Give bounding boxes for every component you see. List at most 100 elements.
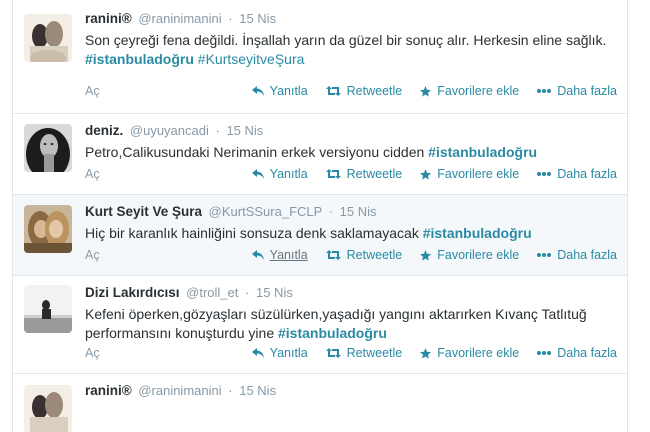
retweet-button[interactable]: Retweetle (325, 346, 403, 360)
expand-link[interactable]: Aç (85, 167, 100, 181)
tweet-actions: Yanıtla Retweetle Favorilere ekle Daha f… (234, 167, 617, 181)
reply-label: Yanıtla (269, 346, 308, 360)
user-handle[interactable]: @KurtSSura_FCLP (209, 204, 322, 219)
tweet-actions: Yanıtla Retweetle Favorilere ekle Daha f… (234, 248, 617, 262)
user-fullname[interactable]: Dizi Lakırdıcısı (85, 285, 180, 300)
user-handle[interactable]: @troll_et (186, 285, 238, 300)
tweet-item[interactable]: Dizi Lakırdıcısı @troll_et · 15 Nis Kefe… (13, 276, 627, 374)
tweet-footer: Aç Yanıtla Retweetle Favorilere ekle Dah… (85, 248, 617, 264)
retweet-button[interactable]: Retweetle (325, 167, 403, 181)
tweet-content: ranini® @raninimanini · 15 Nis Son çeyre… (85, 11, 617, 69)
retweet-label: Retweetle (346, 167, 403, 181)
retweet-label: Retweetle (346, 248, 403, 262)
reply-button[interactable]: Yanıtla (251, 167, 308, 181)
tweet-header: Kurt Seyit Ve Şura @KurtSSura_FCLP · 15 … (85, 204, 617, 220)
tweet-header: ranini® @raninimanini · 15 Nis (85, 11, 617, 27)
retweet-icon (325, 86, 341, 96)
tweet-timestamp[interactable]: 15 Nis (256, 285, 293, 300)
separator-dot: · (228, 383, 233, 398)
reply-button[interactable]: Yanıtla (251, 248, 308, 262)
reply-label: Yanıtla (269, 167, 308, 181)
retweet-label: Retweetle (346, 84, 403, 98)
reply-label: Yanıtla (269, 248, 308, 262)
tweet-content: Dizi Lakırdıcısı @troll_et · 15 Nis Kefe… (85, 285, 617, 343)
hashtag-link[interactable]: #istanbuladoğru (423, 225, 532, 241)
tweet-text: Petro,Calikusundaki Nerimanin erkek vers… (85, 143, 617, 162)
tweet-timestamp[interactable]: 15 Nis (340, 204, 377, 219)
reply-icon (251, 86, 264, 96)
tweet-timestamp[interactable]: 15 Nis (239, 11, 276, 26)
star-icon (420, 168, 432, 180)
user-fullname[interactable]: ranini® (85, 383, 132, 398)
hashtag-link[interactable]: #istanbuladoğru (428, 144, 537, 160)
tweet-item[interactable]: Kurt Seyit Ve Şura @KurtSSura_FCLP · 15 … (13, 195, 627, 276)
user-fullname[interactable]: ranini® (85, 11, 132, 26)
avatar[interactable] (24, 205, 72, 253)
tweet-item[interactable]: deniz. @uyuyancadi · 15 Nis Petro,Caliku… (13, 114, 627, 195)
tweet-footer: Aç Yanıtla Retweetle Favorilere ekle Dah… (85, 346, 617, 362)
tweet-timestamp[interactable]: 15 Nis (226, 123, 263, 138)
hashtag-link[interactable]: #istanbuladoğru (85, 51, 194, 67)
tweet-footer: Aç Yanıtla Retweetle Favorilere ekle Dah… (85, 84, 617, 100)
reply-button[interactable]: Yanıtla (251, 84, 308, 98)
avatar[interactable] (24, 124, 72, 172)
tweet-header: Dizi Lakırdıcısı @troll_et · 15 Nis (85, 285, 617, 301)
retweet-icon (325, 169, 341, 179)
more-dots-icon (537, 351, 552, 355)
user-handle[interactable]: @raninimanini (138, 11, 221, 26)
user-handle[interactable]: @uyuyancadi (130, 123, 209, 138)
user-fullname[interactable]: deniz. (85, 123, 123, 138)
more-label: Daha fazla (557, 84, 617, 98)
retweet-label: Retweetle (346, 346, 403, 360)
tweet-stream: ranini® @raninimanini · 15 Nis Son çeyre… (12, 0, 628, 432)
more-label: Daha fazla (557, 167, 617, 181)
star-icon (420, 347, 432, 359)
more-button[interactable]: Daha fazla (537, 167, 617, 181)
favorite-button[interactable]: Favorilere ekle (420, 167, 519, 181)
hashtag-link[interactable]: #KurtseyitveŞura (198, 51, 305, 67)
favorite-label: Favorilere ekle (437, 346, 520, 360)
favorite-label: Favorilere ekle (437, 248, 520, 262)
tweet-item[interactable]: ranini® @raninimanini · 15 Nis (13, 374, 627, 432)
favorite-label: Favorilere ekle (437, 84, 520, 98)
more-button[interactable]: Daha fazla (537, 248, 617, 262)
tweet-actions: Yanıtla Retweetle Favorilere ekle Daha f… (234, 346, 617, 360)
more-button[interactable]: Daha fazla (537, 346, 617, 360)
tweet-header: ranini® @raninimanini · 15 Nis (85, 383, 617, 399)
expand-link[interactable]: Aç (85, 84, 100, 98)
avatar[interactable] (24, 385, 72, 432)
more-label: Daha fazla (557, 346, 617, 360)
reply-button[interactable]: Yanıtla (251, 346, 308, 360)
more-button[interactable]: Daha fazla (537, 84, 617, 98)
retweet-button[interactable]: Retweetle (325, 248, 403, 262)
tweet-text: Son çeyreği fena değildi. İnşallah yarın… (85, 31, 617, 69)
favorite-button[interactable]: Favorilere ekle (420, 346, 519, 360)
tweet-item[interactable]: ranini® @raninimanini · 15 Nis Son çeyre… (13, 0, 627, 114)
more-dots-icon (537, 172, 552, 176)
separator-dot: · (328, 204, 334, 219)
tweet-text: Hiç bir karanlık hainliğini sonsuza denk… (85, 224, 617, 243)
separator-dot: · (215, 123, 220, 138)
tweet-content: ranini® @raninimanini · 15 Nis (85, 383, 617, 399)
tweet-content: deniz. @uyuyancadi · 15 Nis Petro,Caliku… (85, 123, 617, 162)
avatar[interactable] (24, 285, 72, 333)
tweet-body: Son çeyreği fena değildi. İnşallah yarın… (85, 32, 607, 48)
more-label: Daha fazla (557, 248, 617, 262)
user-handle[interactable]: @raninimanini (138, 383, 221, 398)
reply-icon (251, 169, 264, 179)
separator-dot: · (245, 285, 250, 300)
favorite-button[interactable]: Favorilere ekle (420, 248, 519, 262)
hashtag-link[interactable]: #istanbuladoğru (278, 325, 387, 341)
reply-icon (251, 348, 264, 358)
retweet-button[interactable]: Retweetle (325, 84, 403, 98)
star-icon (420, 85, 432, 97)
tweet-header: deniz. @uyuyancadi · 15 Nis (85, 123, 617, 139)
expand-link[interactable]: Aç (85, 346, 100, 360)
avatar[interactable] (24, 14, 72, 62)
tweet-text: Kefeni öperken,gözyaşları süzülürken,yaş… (85, 305, 617, 343)
tweet-footer: Aç Yanıtla Retweetle Favorilere ekle Dah… (85, 167, 617, 183)
favorite-button[interactable]: Favorilere ekle (420, 84, 519, 98)
tweet-timestamp[interactable]: 15 Nis (239, 383, 276, 398)
expand-link[interactable]: Aç (85, 248, 100, 262)
user-fullname[interactable]: Kurt Seyit Ve Şura (85, 204, 202, 219)
